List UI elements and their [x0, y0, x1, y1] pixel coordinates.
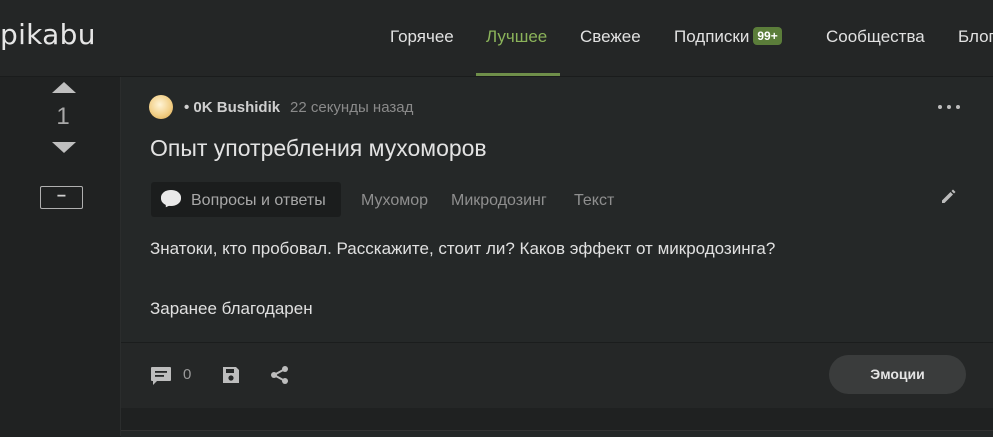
- share-icon[interactable]: [270, 365, 290, 385]
- tag-mukhomor[interactable]: Мухомор: [361, 192, 428, 210]
- subscriptions-badge: 99+: [753, 27, 782, 45]
- tag-text[interactable]: Текст: [574, 192, 614, 210]
- speech-bubble-icon: [161, 190, 181, 206]
- post-title[interactable]: Опыт употребления мухоморов: [150, 135, 487, 162]
- downvote-arrow-icon[interactable]: [52, 142, 76, 153]
- category-tag[interactable]: Вопросы и ответы: [151, 182, 341, 217]
- post-body-line: Знатоки, кто пробовал. Расскажите, стоит…: [150, 239, 776, 258]
- post-body-line: Заранее благодарен: [150, 299, 313, 318]
- tag-microdosing[interactable]: Микродозинг: [451, 192, 547, 210]
- comments-count: 0: [183, 366, 192, 383]
- post-time[interactable]: 22 секунды назад: [290, 99, 413, 116]
- nav-subscriptions-label: Подписки: [674, 27, 750, 46]
- pencil-icon[interactable]: [940, 187, 958, 205]
- top-bar: pikabu Горячее Лучшее Свежее Подписки 99+…: [0, 0, 993, 77]
- active-tab-underline: [476, 73, 560, 76]
- more-options-icon[interactable]: [938, 100, 962, 112]
- upvote-arrow-icon[interactable]: [52, 82, 76, 93]
- author-avatar[interactable]: [149, 95, 173, 119]
- save-icon[interactable]: [221, 365, 241, 385]
- vote-count: 1: [56, 103, 70, 130]
- pikabu-logo[interactable]: pikabu: [0, 18, 96, 51]
- collapse-button[interactable]: −: [40, 186, 83, 209]
- nav-hot[interactable]: Горячее: [390, 27, 454, 47]
- author-name[interactable]: • 0K Bushidik: [184, 99, 280, 116]
- category-tag-label: Вопросы и ответы: [191, 192, 326, 209]
- nav-blogs[interactable]: Блоги: [958, 27, 993, 47]
- emotions-button[interactable]: Эмоции: [829, 355, 966, 394]
- nav-subscriptions[interactable]: Подписки 99+: [674, 27, 782, 47]
- nav-communities[interactable]: Сообщества: [826, 27, 925, 47]
- comment-icon[interactable]: [150, 366, 172, 386]
- nav-best[interactable]: Лучшее: [486, 27, 547, 47]
- nav-fresh[interactable]: Свежее: [580, 27, 641, 47]
